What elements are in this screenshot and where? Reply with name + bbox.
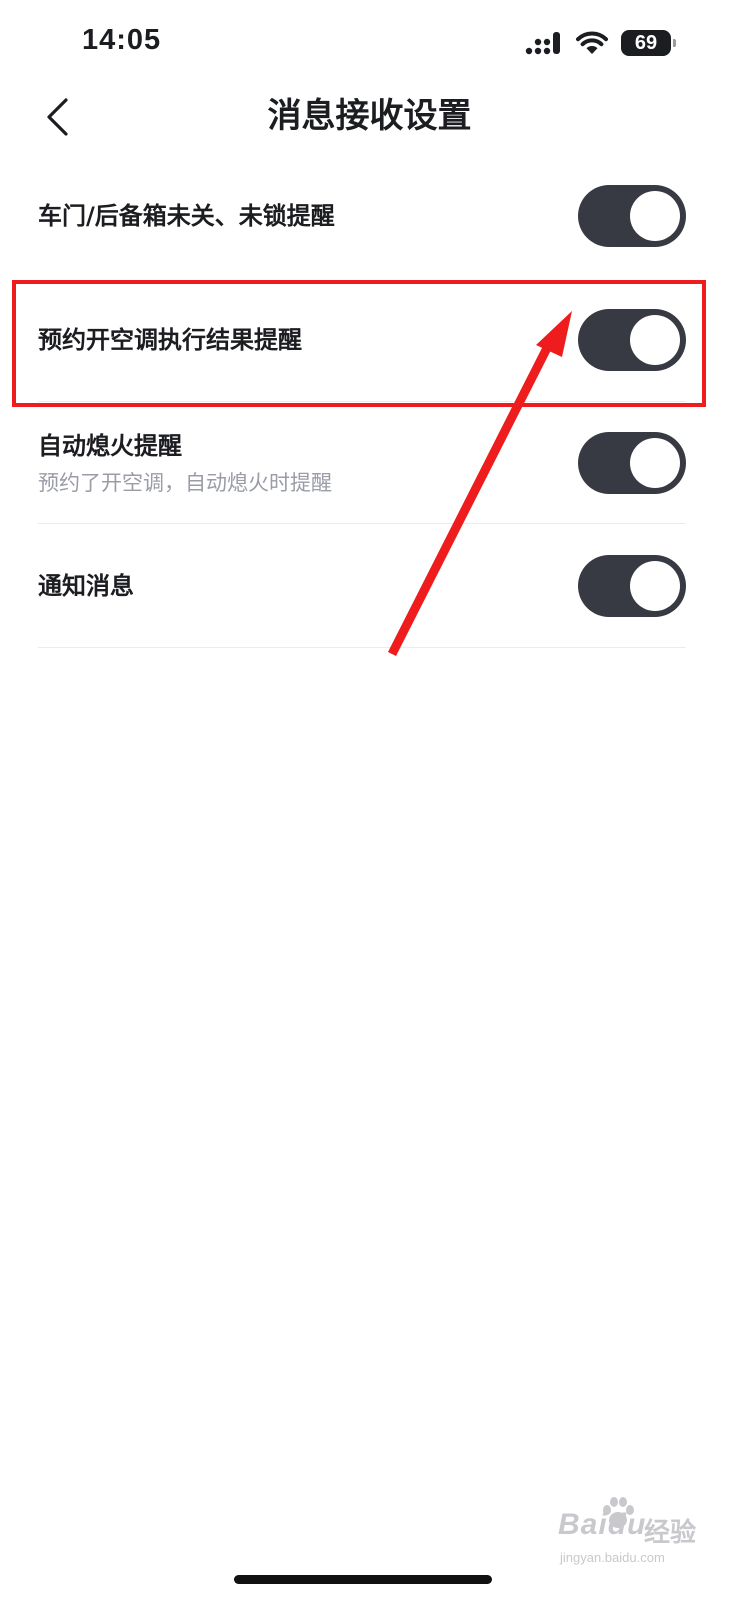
cellular-signal-icon: [525, 32, 560, 55]
setting-label: 自动熄火提醒: [38, 432, 182, 460]
setting-label: 通知消息: [38, 572, 134, 600]
battery-level: 69: [634, 31, 658, 54]
page-title: 消息接收设置: [267, 96, 472, 136]
toggle-knob: [630, 438, 680, 488]
setting-description: 预约了开空调，自动熄火时提醒: [38, 471, 332, 495]
toggle-notification-messages[interactable]: [578, 555, 686, 617]
watermark-name: 经验: [644, 1518, 697, 1548]
screen: 14:05 69 消息接收设置 车门/后备箱未关、未锁提醒 预约开空调执行结果提…: [0, 0, 739, 1600]
setting-label: 车门/后备箱未关、未锁提醒: [38, 202, 335, 230]
toggle-door-trunk-reminder[interactable]: [578, 185, 686, 247]
battery-icon: 69: [621, 30, 676, 56]
divider: [38, 647, 686, 648]
setting-row-door-trunk: 车门/后备箱未关、未锁提醒: [38, 170, 686, 262]
wifi-icon: [576, 31, 608, 54]
watermark: Baidu 经验 jingyan.baidu.com: [556, 1496, 706, 1576]
status-icons: 69: [525, 28, 676, 58]
toggle-auto-shutoff-reminder[interactable]: [578, 432, 686, 494]
setting-row-auto-shutoff: 自动熄火提醒 预约了开空调，自动熄火时提醒: [38, 402, 686, 524]
toggle-knob: [630, 191, 680, 241]
status-time: 14:05: [82, 24, 162, 56]
setting-row-notifications: 通知消息: [38, 524, 686, 648]
toggle-knob: [630, 561, 680, 611]
watermark-url: jingyan.baidu.com: [560, 1550, 665, 1565]
highlight-box: [12, 280, 706, 407]
home-indicator[interactable]: [234, 1575, 492, 1584]
watermark-brand: Baidu: [558, 1508, 647, 1541]
